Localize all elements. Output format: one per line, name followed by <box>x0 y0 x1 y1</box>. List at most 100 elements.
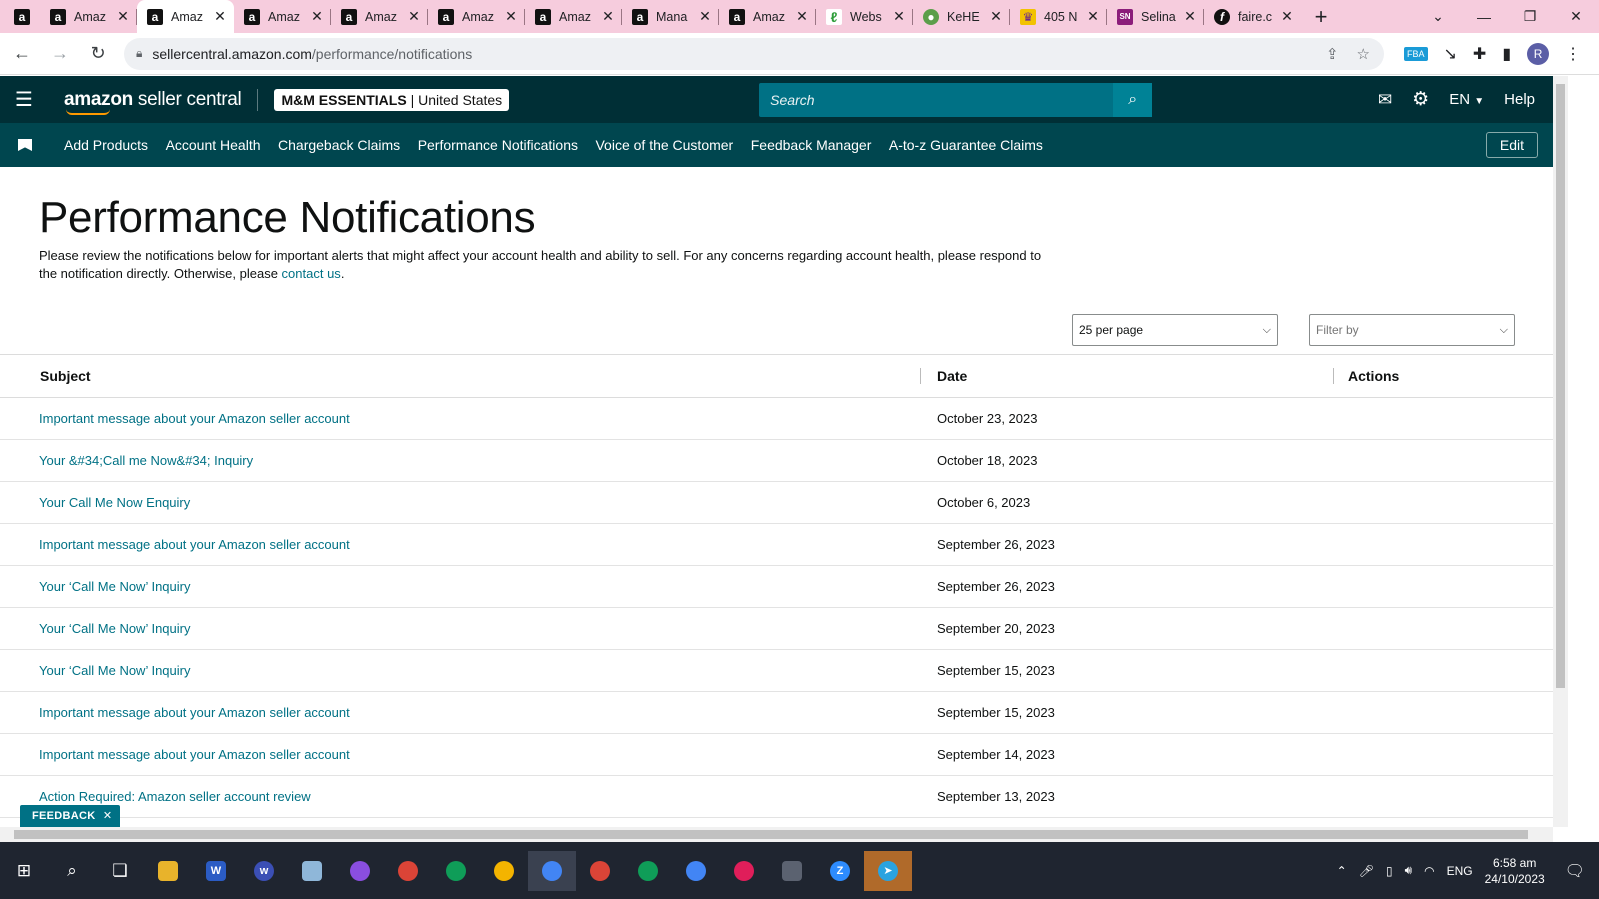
close-tab-icon[interactable]: ✕ <box>115 8 131 25</box>
browser-tab[interactable]: a Amaz ✕ <box>331 0 428 33</box>
filter-select[interactable]: Filter by ⌵ <box>1309 314 1515 346</box>
notification-subject-link[interactable]: Your ‘Call Me Now’ Inquiry <box>39 621 191 636</box>
close-icon[interactable]: ✕ <box>103 810 113 822</box>
close-window-icon[interactable]: ✕ <box>1553 8 1599 25</box>
chrome-icon[interactable] <box>576 851 624 891</box>
address-bar[interactable]: 🔒︎ sellercentral.amazon.com/performance/… <box>124 37 1384 70</box>
gear-icon[interactable]: ⚙ <box>1412 88 1429 111</box>
search-icon[interactable]: ⌕ <box>1113 82 1153 117</box>
word-online-icon[interactable]: w <box>240 851 288 891</box>
close-tab-icon[interactable]: ✕ <box>988 8 1004 25</box>
profile-avatar[interactable]: R <box>1527 42 1550 65</box>
close-tab-icon[interactable]: ✕ <box>212 8 228 25</box>
nav-add-products[interactable]: Add Products <box>64 137 148 153</box>
language-selector[interactable]: EN ▼ <box>1449 91 1484 108</box>
close-tab-icon[interactable]: ✕ <box>406 8 422 25</box>
feedback-tab[interactable]: FEEDBACK ✕ <box>20 805 121 827</box>
file-explorer-icon[interactable] <box>144 851 192 891</box>
browser-tab[interactable]: a Mana ✕ <box>622 0 719 33</box>
chrome-icon[interactable] <box>432 851 480 891</box>
browser-tab[interactable]: ℓ Webs ✕ <box>816 0 913 33</box>
vertical-scrollbar[interactable] <box>1553 76 1568 827</box>
calculator-icon[interactable] <box>768 851 816 891</box>
app-icon[interactable] <box>288 851 336 891</box>
notification-subject-link[interactable]: Your &#34;Call me Now&#34; Inquiry <box>39 453 253 468</box>
close-tab-icon[interactable]: ✕ <box>1085 8 1101 25</box>
close-tab-icon[interactable]: ✕ <box>697 8 713 25</box>
chrome-icon[interactable] <box>624 851 672 891</box>
windows-start-icon[interactable]: ⊞ <box>0 851 48 891</box>
per-page-select[interactable]: 25 per page ⌵ <box>1072 314 1278 346</box>
column-header-subject[interactable]: Subject <box>0 354 920 398</box>
help-link[interactable]: Help <box>1504 91 1535 108</box>
browser-tab[interactable]: a Amaz ✕ <box>719 0 816 33</box>
nav-voice-of-customer[interactable]: Voice of the Customer <box>595 137 733 153</box>
search-icon[interactable]: ⌕ <box>48 851 96 891</box>
bookmark-icon[interactable] <box>18 139 32 151</box>
nav-atoz-claims[interactable]: A-to-z Guarantee Claims <box>889 137 1043 153</box>
restore-icon[interactable]: ❐ <box>1507 8 1553 25</box>
browser-tab[interactable]: SN Selina ✕ <box>1107 0 1204 33</box>
browser-tab[interactable]: a Amaz ✕ <box>40 0 137 33</box>
extension-icon[interactable]: ↘ <box>1444 44 1457 64</box>
chrome-icon[interactable] <box>480 851 528 891</box>
forward-icon[interactable]: → <box>44 43 76 64</box>
nav-account-health[interactable]: Account Health <box>166 137 261 153</box>
browser-tab[interactable]: ● KeHE ✕ <box>913 0 1010 33</box>
notification-subject-link[interactable]: Important message about your Amazon sell… <box>39 537 350 552</box>
close-tab-icon[interactable]: ✕ <box>503 8 519 25</box>
browser-tab[interactable]: a Amaz ✕ <box>525 0 622 33</box>
lock-icon[interactable]: 🔒︎ <box>136 46 142 61</box>
search-box[interactable]: Search ⌕ <box>759 82 1153 117</box>
nav-chargeback-claims[interactable]: Chargeback Claims <box>278 137 400 153</box>
hamburger-menu-icon[interactable]: ☰ <box>0 87 48 112</box>
notification-subject-link[interactable]: Your ‘Call Me Now’ Inquiry <box>39 579 191 594</box>
menu-kebab-icon[interactable]: ⋮ <box>1565 44 1581 64</box>
side-panel-icon[interactable]: ▮ <box>1502 44 1511 64</box>
browser-tab[interactable]: ♛ 405 N ✕ <box>1010 0 1107 33</box>
close-tab-icon[interactable]: ✕ <box>1279 8 1295 25</box>
notification-subject-link[interactable]: Important message about your Amazon sell… <box>39 411 350 426</box>
mail-icon[interactable]: ✉ <box>1378 90 1392 110</box>
tab-search-icon[interactable]: ⌄ <box>1415 8 1461 25</box>
chrome-icon[interactable] <box>384 851 432 891</box>
browser-tab-active[interactable]: a Amaz ✕ <box>137 0 234 33</box>
notification-subject-link[interactable]: Important message about your Amazon sell… <box>39 747 350 762</box>
fba-extension-icon[interactable]: FBA <box>1404 46 1428 61</box>
edit-button[interactable]: Edit <box>1485 132 1538 158</box>
browser-tab[interactable]: a <box>0 0 40 33</box>
chevron-up-icon[interactable]: ⌃ <box>1337 864 1347 878</box>
contact-us-link[interactable]: contact us <box>282 266 341 281</box>
browser-tab[interactable]: a Amaz ✕ <box>234 0 331 33</box>
close-tab-icon[interactable]: ✕ <box>600 8 616 25</box>
scrollbar-thumb[interactable] <box>14 830 1528 839</box>
close-tab-icon[interactable]: ✕ <box>891 8 907 25</box>
slack-icon[interactable] <box>720 851 768 891</box>
browser-tab[interactable]: f faire.c ✕ <box>1204 0 1301 33</box>
notifications-icon[interactable]: 🗨︎ <box>1565 861 1585 881</box>
chrome-icon[interactable] <box>672 851 720 891</box>
search-input[interactable]: Search <box>759 92 1113 108</box>
nav-performance-notifications[interactable]: Performance Notifications <box>418 137 578 153</box>
minimize-icon[interactable]: — <box>1461 9 1507 25</box>
notification-subject-link[interactable]: Important message about your Amazon sell… <box>39 705 350 720</box>
column-header-date[interactable]: Date <box>920 354 1333 398</box>
task-view-icon[interactable]: ❏ <box>96 851 144 891</box>
battery-icon[interactable]: ▯ <box>1386 864 1393 878</box>
close-tab-icon[interactable]: ✕ <box>794 8 810 25</box>
close-tab-icon[interactable]: ✕ <box>1182 8 1198 25</box>
seller-central-logo[interactable]: amazon seller central <box>64 89 242 115</box>
share-icon[interactable]: ⇪ <box>1326 45 1339 63</box>
notification-subject-link[interactable]: Your ‘Call Me Now’ Inquiry <box>39 663 191 678</box>
language-indicator[interactable]: ENG <box>1447 864 1473 878</box>
close-tab-icon[interactable]: ✕ <box>309 8 325 25</box>
messenger-icon[interactable] <box>336 851 384 891</box>
clock[interactable]: 6:58 am 24/10/2023 <box>1485 855 1545 887</box>
back-icon[interactable]: ← <box>6 43 38 64</box>
telegram-icon[interactable]: ➤ <box>864 850 912 891</box>
nav-feedback-manager[interactable]: Feedback Manager <box>751 137 872 153</box>
chrome-icon[interactable] <box>528 850 576 891</box>
bookmark-star-icon[interactable]: ☆ <box>1357 45 1370 63</box>
zoom-icon[interactable]: Z <box>816 851 864 891</box>
notification-subject-link[interactable]: Your Call Me Now Enquiry <box>39 495 190 510</box>
